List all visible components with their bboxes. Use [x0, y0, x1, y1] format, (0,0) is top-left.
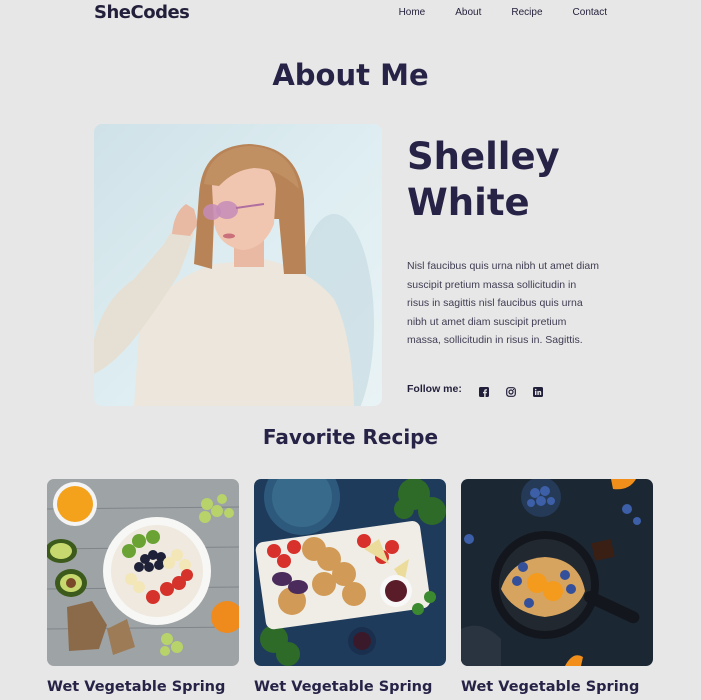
nav-link-recipe[interactable]: Recipe [511, 7, 542, 18]
navbar: SheCodes Home About Recipe Contact [0, 0, 701, 26]
instagram-icon[interactable] [505, 384, 516, 397]
social-links: Follow me: [407, 383, 560, 397]
recipe-image[interactable] [47, 479, 239, 666]
nav-link-about[interactable]: About [455, 7, 481, 18]
profile-name-last: White [407, 181, 530, 224]
recipe-image[interactable] [461, 479, 653, 666]
portrait-image [94, 124, 382, 406]
profile-name: Shelley White [407, 134, 627, 226]
linkedin-icon[interactable] [532, 384, 543, 397]
section-title-recipes: Favorite Recipe [262, 425, 439, 449]
facebook-icon[interactable] [478, 384, 489, 397]
recipe-image[interactable] [254, 479, 446, 666]
recipe-title[interactable]: Wet Vegetable Spring [47, 679, 239, 695]
nav-link-contact[interactable]: Contact [573, 7, 607, 18]
nav-links: Home About Recipe Contact [369, 7, 607, 18]
recipe-card[interactable]: Wet Vegetable Spring [254, 479, 446, 695]
logo[interactable]: SheCodes [94, 2, 190, 23]
recipe-title[interactable]: Wet Vegetable Spring [254, 679, 446, 695]
profile-bio: Nisl faucibus quis urna nibh ut amet dia… [407, 260, 600, 346]
recipe-card[interactable]: Wet Vegetable Spring [461, 479, 653, 695]
recipe-card[interactable]: Wet Vegetable Spring [47, 479, 239, 695]
page-title: About Me [272, 58, 429, 92]
recipe-title[interactable]: Wet Vegetable Spring [461, 679, 653, 695]
profile-name-first: Shelley [407, 135, 560, 178]
follow-label: Follow me: [407, 383, 462, 395]
nav-link-home[interactable]: Home [399, 7, 426, 18]
